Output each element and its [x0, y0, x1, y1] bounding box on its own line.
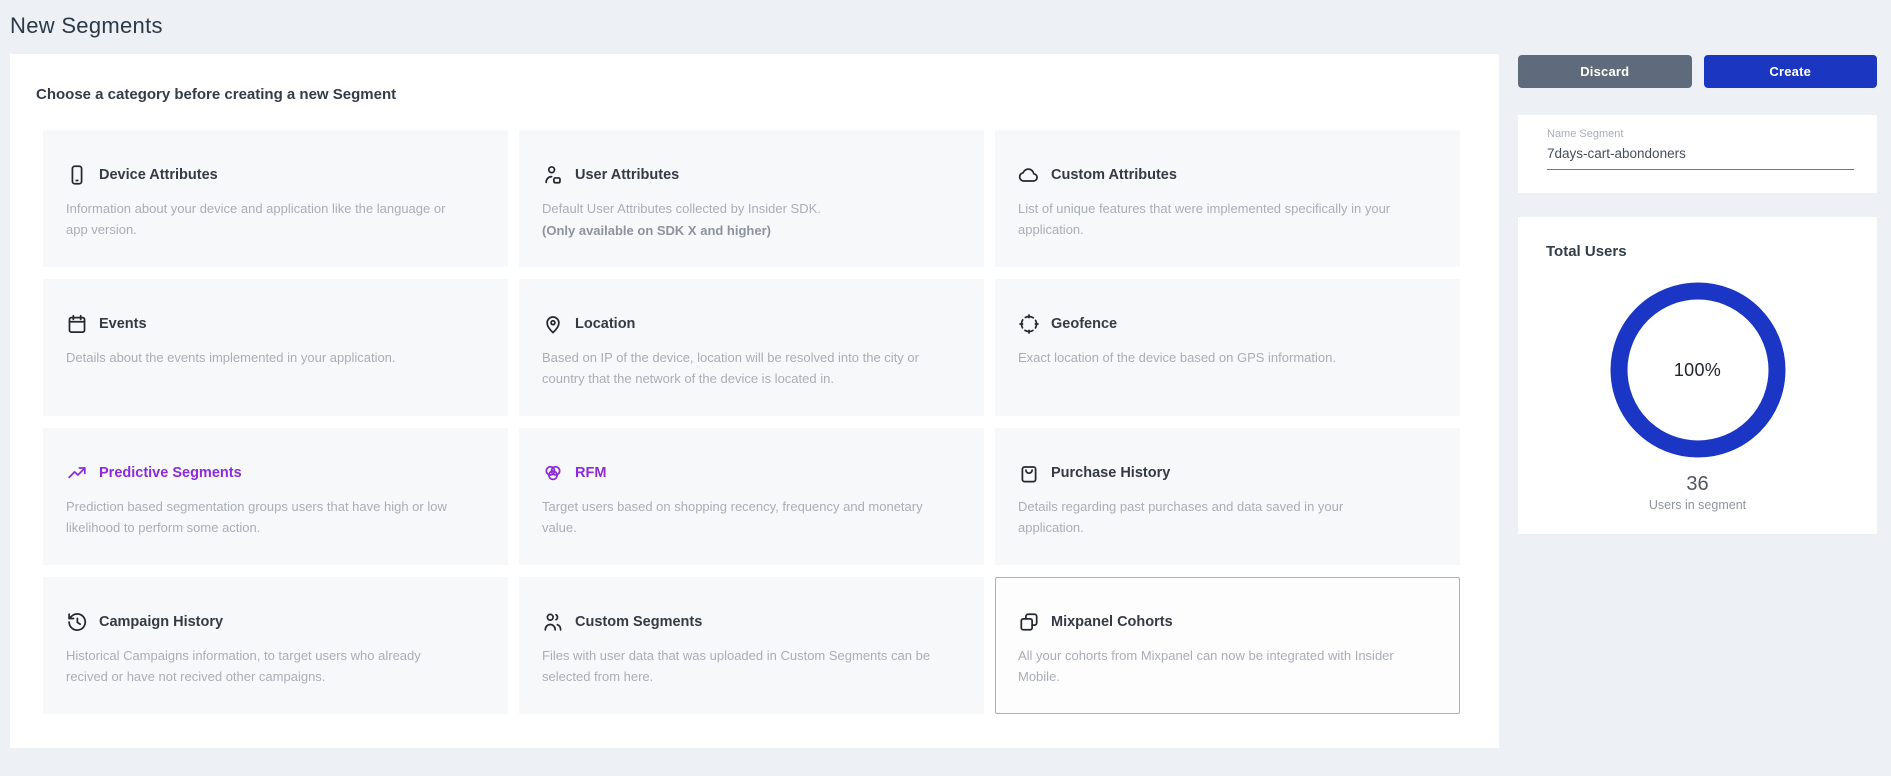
category-title: Events	[99, 316, 147, 332]
trend-up-icon	[66, 462, 88, 484]
category-title: Geofence	[1051, 316, 1117, 332]
category-card-header: Custom Attributes	[1018, 164, 1437, 186]
category-title: Campaign History	[99, 614, 223, 630]
category-card-custom-attributes[interactable]: Custom Attributes List of unique features…	[995, 130, 1460, 267]
total-users-card: Total Users 100% 36 Users in segment	[1518, 217, 1877, 534]
category-card-device-attributes[interactable]: Device Attributes Information about your …	[43, 130, 508, 267]
category-description: Information about your device and applic…	[66, 198, 485, 241]
category-title: Device Attributes	[99, 167, 218, 183]
geofence-icon	[1018, 313, 1040, 335]
location-pin-icon	[542, 313, 564, 335]
category-description: Files with user data that was uploaded i…	[542, 645, 961, 688]
category-description: Details regarding past purchases and dat…	[1018, 496, 1437, 539]
category-title: Predictive Segments	[99, 465, 242, 481]
category-title: Custom Segments	[575, 614, 702, 630]
panel-subtitle: Choose a category before creating a new …	[36, 86, 396, 103]
discard-button[interactable]: Discard	[1518, 55, 1692, 88]
category-title: Custom Attributes	[1051, 167, 1177, 183]
overlap-squares-icon	[1018, 611, 1040, 633]
category-description: Default User Attributes collected by Ins…	[542, 198, 961, 219]
categories-panel: Choose a category before creating a new …	[10, 54, 1499, 748]
category-card-location[interactable]: Location Based on IP of the device, locat…	[519, 279, 984, 416]
category-card-header: User Attributes	[542, 164, 961, 186]
category-card-header: Campaign History	[66, 611, 485, 633]
category-card-header: Purchase History	[1018, 462, 1437, 484]
category-description: Based on IP of the device, location will…	[542, 347, 961, 390]
donut-percentage: 100%	[1610, 282, 1786, 458]
category-description: Details about the events implemented in …	[66, 347, 485, 368]
category-card-rfm[interactable]: RFM Target users based on shopping recenc…	[519, 428, 984, 565]
category-description: List of unique features that were implem…	[1018, 198, 1437, 241]
category-description: Exact location of the device based on GP…	[1018, 347, 1437, 368]
page-title: New Segments	[10, 13, 163, 39]
category-title: Purchase History	[1051, 465, 1170, 481]
shopping-bag-icon	[1018, 462, 1040, 484]
users-icon	[542, 611, 564, 633]
category-card-header: Events	[66, 313, 485, 335]
category-card-mixpanel-cohorts[interactable]: Mixpanel Cohorts All your cohorts from Mi…	[995, 577, 1460, 714]
category-card-header: Predictive Segments	[66, 462, 485, 484]
category-description-note: (Only available on SDK X and higher)	[542, 220, 961, 241]
category-card-geofence[interactable]: Geofence Exact location of the device bas…	[995, 279, 1460, 416]
category-description: Prediction based segmentation groups use…	[66, 496, 485, 539]
category-description: Historical Campaigns information, to tar…	[66, 645, 485, 688]
category-card-purchase-history[interactable]: Purchase History Details regarding past p…	[995, 428, 1460, 565]
category-card-user-attributes[interactable]: User Attributes Default User Attributes c…	[519, 130, 984, 267]
category-title: RFM	[575, 465, 606, 481]
sidebar: Discard Create Name Segment Total Users …	[1518, 55, 1877, 534]
category-title: Location	[575, 316, 635, 332]
users-in-segment-caption: Users in segment	[1546, 498, 1849, 512]
calendar-icon	[66, 313, 88, 335]
create-button[interactable]: Create	[1704, 55, 1878, 88]
total-users-donut-chart: 100%	[1610, 282, 1786, 458]
category-card-header: Custom Segments	[542, 611, 961, 633]
users-in-segment-count: 36	[1546, 473, 1849, 496]
name-segment-card: Name Segment	[1518, 115, 1877, 193]
category-grid: Device Attributes Information about your …	[43, 130, 1460, 714]
cloud-icon	[1018, 164, 1040, 186]
category-card-header: Location	[542, 313, 961, 335]
category-card-custom-segments[interactable]: Custom Segments Files with user data that…	[519, 577, 984, 714]
category-description: All your cohorts from Mixpanel can now b…	[1018, 645, 1437, 688]
category-card-campaign-history[interactable]: Campaign History Historical Campaigns inf…	[43, 577, 508, 714]
venn-icon	[542, 462, 564, 484]
user-badge-icon	[542, 164, 564, 186]
category-card-header: Mixpanel Cohorts	[1018, 611, 1437, 633]
history-clock-icon	[66, 611, 88, 633]
category-card-header: Device Attributes	[66, 164, 485, 186]
category-card-header: RFM	[542, 462, 961, 484]
name-segment-label: Name Segment	[1547, 128, 1854, 140]
category-card-predictive-segments[interactable]: Predictive Segments Prediction based segm…	[43, 428, 508, 565]
category-card-events[interactable]: Events Details about the events implement…	[43, 279, 508, 416]
category-card-header: Geofence	[1018, 313, 1437, 335]
category-title: Mixpanel Cohorts	[1051, 614, 1173, 630]
category-description: Target users based on shopping recency, …	[542, 496, 961, 539]
action-buttons: Discard Create	[1518, 55, 1877, 88]
name-segment-input[interactable]	[1547, 140, 1854, 170]
device-icon	[66, 164, 88, 186]
total-users-title: Total Users	[1546, 243, 1849, 260]
category-title: User Attributes	[575, 167, 679, 183]
